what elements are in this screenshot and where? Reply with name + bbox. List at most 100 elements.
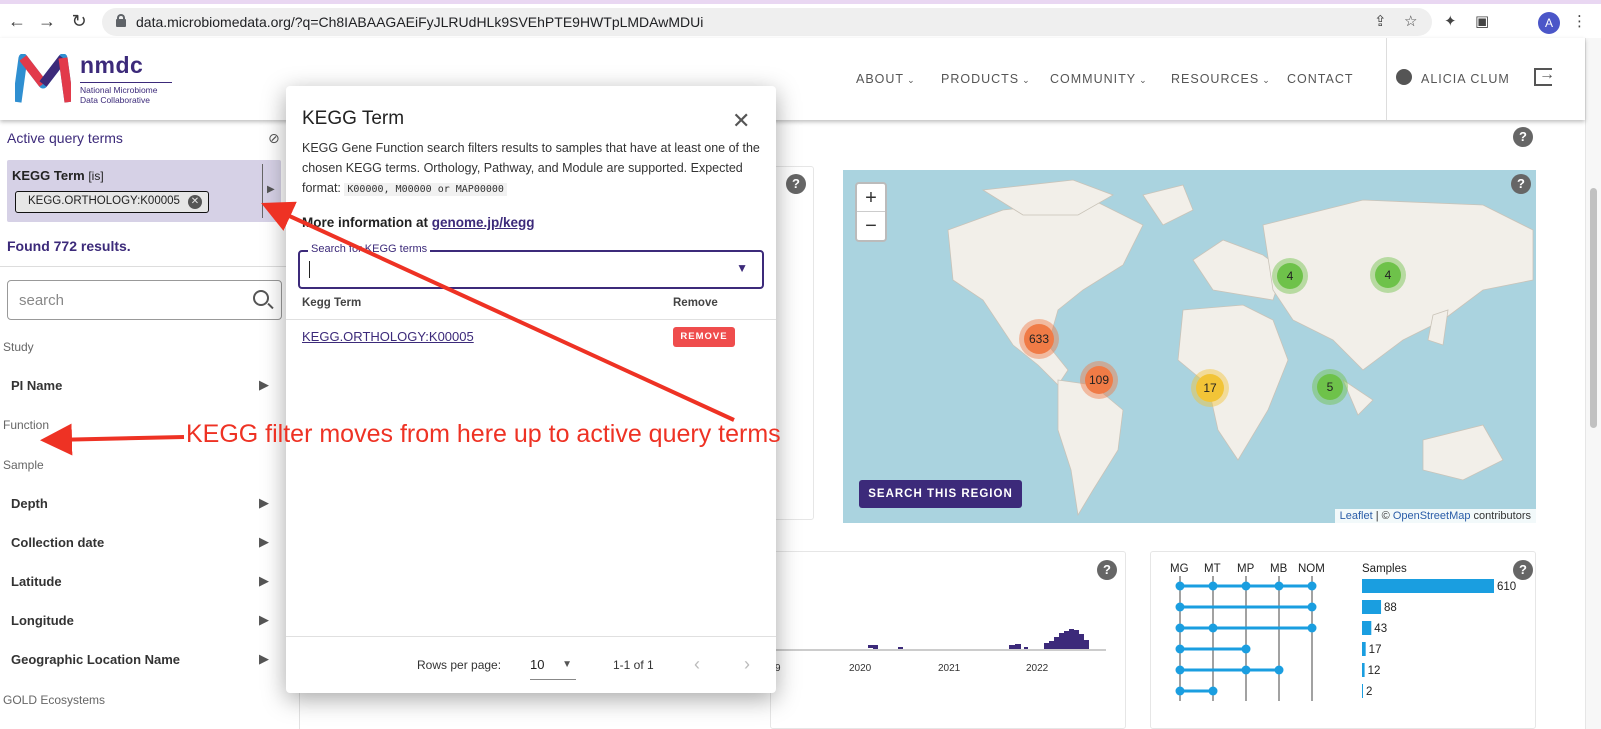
help-icon[interactable]: ? bbox=[1513, 127, 1533, 147]
menu-label: CONTACT bbox=[1287, 72, 1354, 86]
extensions-icon[interactable]: ✦ bbox=[1444, 12, 1457, 30]
upset-dot bbox=[1175, 686, 1185, 696]
back-icon[interactable]: ← bbox=[6, 10, 28, 32]
upset-dot bbox=[1208, 581, 1218, 591]
filter-item-collection-date[interactable]: Collection date ▶ bbox=[11, 534, 269, 550]
zoom-in-button[interactable]: + bbox=[857, 184, 885, 212]
page-scrollbar[interactable] bbox=[1585, 38, 1601, 729]
logout-icon[interactable] bbox=[1534, 66, 1555, 86]
remove-chip-icon[interactable]: ✕ bbox=[187, 195, 202, 209]
search-icon[interactable] bbox=[253, 290, 269, 306]
menu-label: PRODUCTS bbox=[941, 72, 1020, 86]
kegg-site-link[interactable]: genome.jp/kegg bbox=[432, 215, 535, 230]
share-icon[interactable]: ⇪ bbox=[1374, 12, 1387, 30]
cluster-count: 4 bbox=[1286, 269, 1294, 283]
expand-arrow-icon[interactable]: ▶ bbox=[267, 184, 275, 195]
clear-filters-icon[interactable]: ⊘ bbox=[268, 130, 280, 147]
star-icon[interactable]: ☆ bbox=[1404, 12, 1417, 30]
upset-dot bbox=[1307, 581, 1317, 591]
samples-bar-label: 12 bbox=[1368, 665, 1381, 677]
filter-item-depth[interactable]: Depth ▶ bbox=[11, 495, 269, 511]
samples-bar[interactable] bbox=[1362, 621, 1372, 635]
rows-per-page-select[interactable]: 10 ▼ bbox=[530, 652, 576, 680]
samples-bar[interactable] bbox=[1362, 684, 1363, 698]
help-icon[interactable]: ? bbox=[1511, 174, 1531, 194]
land-shapes bbox=[947, 179, 1534, 517]
menu-resources[interactable]: RESOURCES ⌄ bbox=[1171, 72, 1271, 86]
query-value-chip[interactable]: KEGG.ORTHOLOGY:K00005 ✕ bbox=[15, 191, 209, 213]
results-count: Found 772 results. bbox=[7, 238, 131, 254]
rows-per-page-label: Rows per page: bbox=[417, 658, 502, 672]
kegg-search-input[interactable]: Search for KEGG terms ▼ bbox=[298, 243, 764, 289]
next-page-icon[interactable]: › bbox=[744, 654, 750, 675]
filter-item-pi-name[interactable]: PI Name ▶ bbox=[11, 377, 269, 393]
nmdc-logo-icon[interactable] bbox=[15, 54, 71, 104]
samples-bar-label: 43 bbox=[1374, 623, 1387, 635]
rows-per-page-value: 10 bbox=[530, 657, 545, 672]
upset-dot bbox=[1175, 581, 1185, 591]
timeline-bar bbox=[898, 647, 903, 649]
map-cluster[interactable]: 4 bbox=[1370, 257, 1406, 293]
profile-avatar[interactable]: A bbox=[1538, 12, 1560, 34]
sidepanel-icon[interactable]: ▣ bbox=[1475, 12, 1489, 30]
menu-products[interactable]: PRODUCTS ⌄ bbox=[941, 72, 1031, 86]
prev-page-icon[interactable]: ‹ bbox=[694, 654, 700, 675]
active-query-term[interactable]: KEGG Term [is] KEGG.ORTHOLOGY:K00005 ✕ ▶ bbox=[7, 160, 281, 222]
active-query-title: Active query terms bbox=[7, 130, 123, 146]
menu-contact[interactable]: CONTACT bbox=[1287, 72, 1354, 86]
map-cluster[interactable]: 4 bbox=[1272, 258, 1308, 294]
samples-bar[interactable] bbox=[1362, 600, 1382, 614]
upset-dot bbox=[1241, 665, 1251, 675]
timeline-tick: 2020 bbox=[849, 663, 872, 674]
map-cluster[interactable]: 109 bbox=[1080, 361, 1118, 399]
upset-col-label: MP bbox=[1237, 563, 1255, 575]
remove-button[interactable]: REMOVE bbox=[673, 327, 735, 347]
menu-community[interactable]: COMMUNITY ⌄ bbox=[1050, 72, 1148, 86]
logo-text[interactable]: nmdc bbox=[80, 52, 143, 79]
address-bar[interactable]: data.microbiomedata.org/?q=Ch8IABAAGAEiF… bbox=[102, 8, 1432, 36]
user-name[interactable]: ALICIA CLUM bbox=[1421, 72, 1510, 86]
leaflet-link[interactable]: Leaflet bbox=[1340, 510, 1373, 522]
upset-dot bbox=[1208, 686, 1218, 696]
map-cluster[interactable]: 633 bbox=[1019, 319, 1059, 359]
map-cluster[interactable]: 5 bbox=[1312, 369, 1348, 405]
help-icon[interactable]: ? bbox=[1097, 560, 1117, 580]
samples-bar[interactable] bbox=[1362, 663, 1365, 677]
more-icon[interactable]: ⋮ bbox=[1572, 12, 1587, 30]
footer-divider bbox=[286, 636, 776, 637]
account-icon bbox=[1396, 69, 1412, 85]
help-icon[interactable]: ? bbox=[786, 174, 806, 194]
close-icon[interactable]: ✕ bbox=[732, 108, 750, 134]
upset-dot bbox=[1241, 581, 1251, 591]
annotation-text: KEGG filter moves from here up to active… bbox=[186, 420, 781, 448]
world-map[interactable]: + − 633 109 17 5 4 4 ? SEARCH THIS REGIO… bbox=[843, 170, 1536, 523]
filter-item-geo-location[interactable]: Geographic Location Name ▶ bbox=[11, 651, 269, 667]
forward-icon[interactable]: → bbox=[36, 10, 58, 32]
expand-icon: ▶ bbox=[259, 573, 269, 588]
filter-item-longitude[interactable]: Longitude ▶ bbox=[11, 612, 269, 628]
timeline-bar bbox=[868, 645, 873, 648]
filter-label: Longitude bbox=[11, 613, 74, 628]
search-this-region-button[interactable]: SEARCH THIS REGION bbox=[859, 480, 1022, 508]
dropdown-arrow-icon[interactable]: ▼ bbox=[736, 261, 748, 275]
upset-bar-chart: 610 88 43 17 12 2 bbox=[1362, 579, 1516, 698]
menu-about[interactable]: ABOUT ⌄ bbox=[856, 72, 916, 86]
scrollbar-thumb[interactable] bbox=[1590, 188, 1597, 428]
zoom-out-button[interactable]: − bbox=[857, 212, 885, 240]
menu-label: RESOURCES bbox=[1171, 72, 1260, 86]
filter-label: Latitude bbox=[11, 574, 62, 589]
screenshot-root: { "browser": { "url": "data.microbiomeda… bbox=[0, 0, 1601, 729]
panel-left-edge bbox=[770, 166, 814, 520]
section-study: Study bbox=[3, 340, 34, 354]
samples-bar[interactable] bbox=[1362, 579, 1494, 593]
osm-link[interactable]: OpenStreetMap bbox=[1393, 510, 1471, 522]
map-cluster[interactable]: 17 bbox=[1191, 369, 1229, 407]
kegg-term-link[interactable]: KEGG.ORTHOLOGY:K00005 bbox=[302, 329, 474, 344]
reload-icon[interactable]: ↻ bbox=[68, 10, 90, 32]
header-divider bbox=[1386, 38, 1387, 120]
samples-bar[interactable] bbox=[1362, 642, 1366, 656]
filter-item-latitude[interactable]: Latitude ▶ bbox=[11, 573, 269, 589]
filter-search-input[interactable]: search bbox=[7, 280, 282, 320]
query-operator: [is] bbox=[88, 169, 104, 183]
table-header-divider bbox=[286, 319, 776, 320]
